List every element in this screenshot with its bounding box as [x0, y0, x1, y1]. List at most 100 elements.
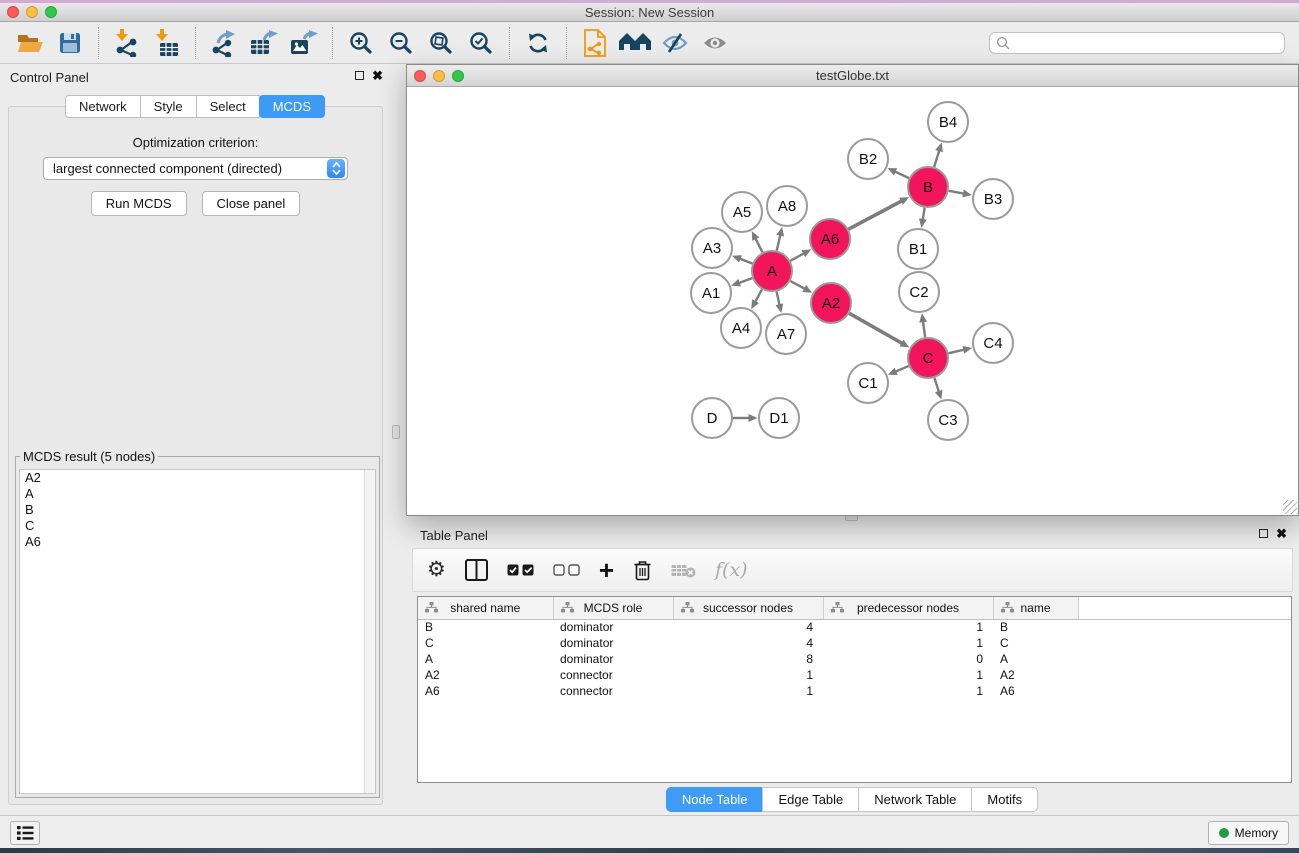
graph-edge-A-A7[interactable]: [777, 291, 780, 304]
graph-node-A1[interactable]: A1: [691, 273, 731, 313]
tab-style[interactable]: Style: [140, 95, 197, 118]
delete-icon[interactable]: [633, 560, 652, 581]
tab-select[interactable]: Select: [196, 95, 260, 118]
graph-node-A8[interactable]: A8: [767, 186, 807, 226]
save-session-icon[interactable]: [52, 26, 88, 60]
delete-table-icon[interactable]: [671, 563, 696, 578]
mcds-result-item[interactable]: B: [20, 502, 375, 518]
close-table-panel-icon[interactable]: ✖: [1276, 528, 1287, 539]
graph-edge-C-C3[interactable]: [934, 378, 938, 391]
graph-node-C1[interactable]: C1: [848, 363, 888, 403]
graph-node-A5[interactable]: A5: [722, 192, 762, 232]
function-builder-icon[interactable]: f(x): [715, 559, 748, 581]
graph-node-A2[interactable]: A2: [811, 283, 851, 323]
graph-edge-A-A3[interactable]: [740, 259, 752, 264]
zoom-selected-icon[interactable]: [463, 26, 499, 60]
zoom-fit-icon[interactable]: [423, 26, 459, 60]
graph-node-D1[interactable]: D1: [759, 398, 799, 438]
float-panel-icon[interactable]: [355, 71, 364, 80]
export-network-icon[interactable]: [206, 26, 242, 60]
zoom-out-icon[interactable]: [383, 26, 419, 60]
import-table-icon[interactable]: [149, 26, 185, 60]
tab-edge-table[interactable]: Edge Table: [762, 787, 859, 812]
graph-edge-C-C1[interactable]: [896, 366, 909, 371]
table-row[interactable]: A2connector11A2: [418, 667, 1291, 683]
new-network-icon[interactable]: [577, 26, 613, 60]
export-image-icon[interactable]: [286, 26, 322, 60]
graph-edge-A6-B[interactable]: [849, 201, 902, 229]
table-row[interactable]: Adominator80A: [418, 651, 1291, 667]
open-session-icon[interactable]: [12, 26, 48, 60]
close-panel-button[interactable]: Close panel: [202, 191, 301, 216]
graph-node-D[interactable]: D: [692, 398, 732, 438]
float-table-panel-icon[interactable]: [1259, 529, 1268, 538]
table-row[interactable]: Bdominator41B: [418, 619, 1291, 635]
split-handle-vertical[interactable]: [392, 425, 400, 439]
graph-node-B[interactable]: B: [908, 167, 948, 207]
task-history-button[interactable]: [10, 821, 40, 845]
graph-node-B4[interactable]: B4: [928, 102, 968, 142]
column-header-predecessor-nodes[interactable]: predecessor nodes: [823, 597, 993, 619]
graph-edge-B-B2[interactable]: [895, 172, 909, 178]
run-mcds-button[interactable]: Run MCDS: [91, 191, 187, 216]
search-input[interactable]: [1010, 36, 1278, 50]
column-header-MCDS-role[interactable]: MCDS role: [553, 597, 673, 619]
graph-node-A6[interactable]: A6: [810, 219, 850, 259]
hide-graphics-icon[interactable]: [657, 26, 693, 60]
close-panel-icon[interactable]: ✖: [372, 70, 383, 81]
mcds-result-item[interactable]: C: [20, 518, 375, 534]
mcds-result-item[interactable]: A2: [20, 470, 375, 486]
export-table-icon[interactable]: [246, 26, 282, 60]
tab-node-table[interactable]: Node Table: [666, 787, 764, 812]
graph-node-B1[interactable]: B1: [898, 229, 938, 269]
graph-edge-B-B3[interactable]: [949, 191, 964, 194]
graph-edge-A-A6[interactable]: [790, 253, 803, 260]
graph-node-A[interactable]: A: [752, 251, 792, 291]
memory-button[interactable]: Memory: [1208, 821, 1289, 845]
graph-edge-B-B4[interactable]: [934, 151, 939, 167]
column-header-name[interactable]: name: [993, 597, 1078, 619]
column-header-successor-nodes[interactable]: successor nodes: [673, 597, 823, 619]
tab-network[interactable]: Network: [65, 95, 141, 118]
mcds-result-item[interactable]: A6: [20, 534, 375, 550]
select-all-icon[interactable]: [507, 564, 534, 576]
gear-icon[interactable]: ⚙: [427, 560, 446, 580]
tab-mcds[interactable]: MCDS: [259, 95, 325, 118]
show-graphics-icon[interactable]: [697, 26, 733, 60]
window-resize-grip[interactable]: [1283, 500, 1297, 514]
tab-motifs[interactable]: Motifs: [971, 787, 1038, 812]
column-header-shared-name[interactable]: shared name: [418, 597, 553, 619]
zoom-in-icon[interactable]: [343, 26, 379, 60]
graph-edge-A2-C[interactable]: [849, 313, 902, 343]
result-scrollbar[interactable]: [364, 470, 375, 793]
graph-node-A4[interactable]: A4: [721, 308, 761, 348]
graph-edge-C-C2[interactable]: [923, 322, 925, 337]
graph-node-C[interactable]: C: [908, 338, 948, 378]
add-column-icon[interactable]: +: [599, 560, 614, 580]
graph-node-A7[interactable]: A7: [766, 314, 806, 354]
network-canvas[interactable]: B4 B2 B B3 B1 A5A8A6 A3 A A1 C2 A2 A4A7 C C4 C1 C3 D D1: [407, 88, 1298, 515]
table-row[interactable]: Cdominator41C: [418, 635, 1291, 651]
refresh-icon[interactable]: [520, 26, 556, 60]
graph-edge-C-C4[interactable]: [948, 350, 963, 354]
graph-node-B3[interactable]: B3: [973, 179, 1013, 219]
graph-edge-A-A2[interactable]: [790, 281, 804, 289]
criterion-select[interactable]: largest connected component (directed): [43, 157, 348, 180]
graph-edge-A-A8[interactable]: [777, 235, 781, 250]
graph-node-C2[interactable]: C2: [899, 272, 939, 312]
columns-icon[interactable]: [465, 559, 488, 581]
search-field[interactable]: [989, 32, 1285, 54]
home-layout-icon[interactable]: [617, 26, 653, 60]
graph-edge-A-A4[interactable]: [755, 289, 762, 301]
graph-edge-A-A1[interactable]: [739, 278, 752, 283]
graph-edge-A-A5[interactable]: [756, 239, 763, 253]
deselect-all-icon[interactable]: [553, 564, 580, 576]
tab-network-table[interactable]: Network Table: [858, 787, 972, 812]
mcds-result-item[interactable]: A: [20, 486, 375, 502]
graph-node-C3[interactable]: C3: [928, 400, 968, 440]
graph-edge-B-B1[interactable]: [923, 208, 925, 220]
graph-node-B2[interactable]: B2: [848, 139, 888, 179]
graph-node-A3[interactable]: A3: [692, 228, 732, 268]
import-network-icon[interactable]: [109, 26, 145, 60]
graph-node-C4[interactable]: C4: [973, 323, 1013, 363]
